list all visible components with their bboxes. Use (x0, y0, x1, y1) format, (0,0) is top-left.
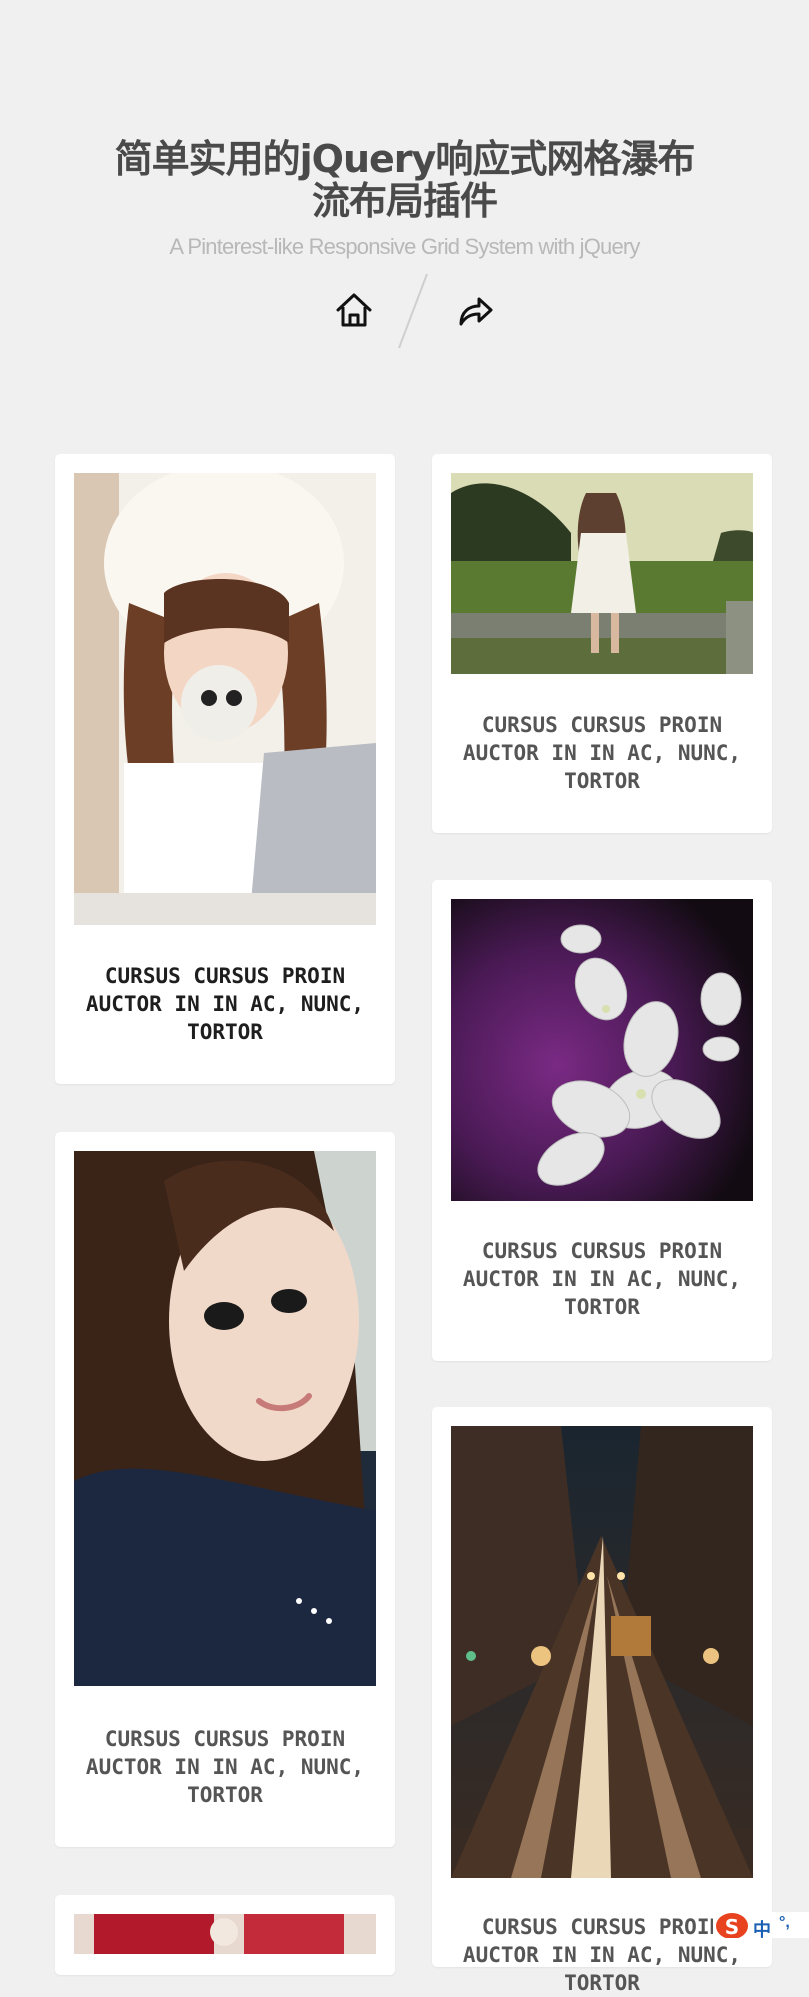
ime-punctuation-indicator: °, (779, 1914, 790, 1931)
girl-white-fur-hat-photo[interactable] (74, 473, 376, 925)
page-title: 简单实用的jQuery响应式网格瀑布流布局插件 (114, 137, 696, 223)
nav-divider (398, 273, 428, 349)
card-caption: CURSUS CURSUS PROIN AUCTOR IN IN AC, NUN… (462, 1239, 742, 1319)
grid-card[interactable]: CURSUS CURSUS PROIN AUCTOR IN IN AC, NUN… (55, 1132, 395, 1847)
ime-language-label: 中 (753, 1920, 771, 1941)
grid-card[interactable]: CURSUS CURSUS PROIN AUCTOR IN IN AC, NUN… (432, 1407, 772, 1995)
page-header: 简单实用的jQuery响应式网格瀑布流布局插件 A Pinterest-like… (0, 0, 809, 380)
card-caption: CURSUS CURSUS PROIN AUCTOR IN IN AC, NUN… (85, 1727, 365, 1807)
card-caption: CURSUS CURSUS PROIN AUCTOR IN IN AC, NUN… (85, 964, 365, 1044)
grid-card[interactable]: CURSUS CURSUS PROIN AUCTOR IN IN AC, NUN… (432, 454, 772, 833)
girl-long-hair-selfie-photo[interactable] (74, 1151, 376, 1686)
red-image-partial[interactable] (74, 1914, 376, 1954)
girl-sitting-on-wall-photo[interactable] (451, 473, 753, 674)
share-arrow-icon[interactable] (455, 290, 495, 330)
home-icon[interactable] (333, 290, 375, 330)
grid-card[interactable]: CURSUS CURSUS PROIN AUCTOR IN IN AC, NUN… (55, 454, 395, 1084)
svg-text:S: S (725, 1915, 739, 1938)
ime-indicator[interactable]: S 中 °, (713, 1912, 809, 1941)
page-subtitle: A Pinterest-like Responsive Grid System … (169, 234, 640, 259)
sogou-logo-icon: S (716, 1913, 748, 1938)
card-caption: CURSUS CURSUS PROIN AUCTOR IN IN AC, NUN… (462, 713, 742, 793)
grid-card[interactable] (55, 1895, 395, 1975)
white-flowers-purple-photo[interactable] (451, 899, 753, 1201)
grid-card[interactable]: CURSUS CURSUS PROIN AUCTOR IN IN AC, NUN… (432, 880, 772, 1361)
city-street-tram-night-photo[interactable] (451, 1426, 753, 1878)
